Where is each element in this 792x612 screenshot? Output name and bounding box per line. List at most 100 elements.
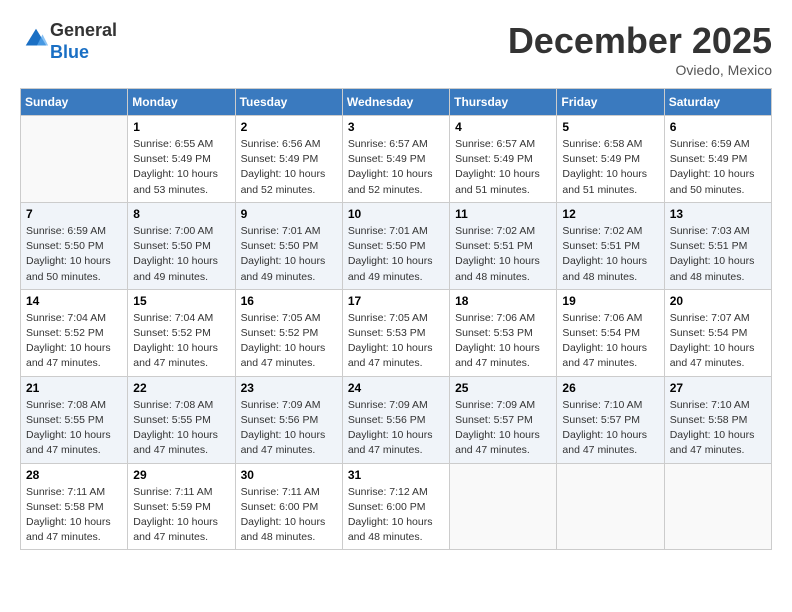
location-label: Oviedo, Mexico — [508, 62, 772, 78]
day-info: Sunrise: 7:02 AMSunset: 5:51 PMDaylight:… — [455, 224, 551, 285]
calendar-day-cell: 20 Sunrise: 7:07 AMSunset: 5:54 PMDayligh… — [664, 289, 771, 376]
weekday-header: Wednesday — [342, 89, 449, 116]
day-info: Sunrise: 7:12 AMSunset: 6:00 PMDaylight:… — [348, 485, 444, 546]
day-info: Sunrise: 6:57 AMSunset: 5:49 PMDaylight:… — [455, 137, 551, 198]
calendar-day-cell: 22 Sunrise: 7:08 AMSunset: 5:55 PMDayligh… — [128, 376, 235, 463]
day-number: 28 — [26, 468, 122, 482]
day-info: Sunrise: 6:55 AMSunset: 5:49 PMDaylight:… — [133, 137, 229, 198]
day-info: Sunrise: 7:01 AMSunset: 5:50 PMDaylight:… — [348, 224, 444, 285]
day-info: Sunrise: 7:07 AMSunset: 5:54 PMDaylight:… — [670, 311, 766, 372]
logo-general-text: General — [50, 20, 117, 42]
calendar-day-cell: 8 Sunrise: 7:00 AMSunset: 5:50 PMDaylight… — [128, 202, 235, 289]
calendar-header-row: SundayMondayTuesdayWednesdayThursdayFrid… — [21, 89, 772, 116]
day-number: 4 — [455, 120, 551, 134]
calendar-day-cell: 9 Sunrise: 7:01 AMSunset: 5:50 PMDaylight… — [235, 202, 342, 289]
calendar-day-cell: 10 Sunrise: 7:01 AMSunset: 5:50 PMDayligh… — [342, 202, 449, 289]
day-info: Sunrise: 7:04 AMSunset: 5:52 PMDaylight:… — [133, 311, 229, 372]
day-info: Sunrise: 7:01 AMSunset: 5:50 PMDaylight:… — [241, 224, 337, 285]
weekday-header: Sunday — [21, 89, 128, 116]
calendar-day-cell — [450, 463, 557, 550]
calendar-week-row: 1 Sunrise: 6:55 AMSunset: 5:49 PMDaylight… — [21, 116, 772, 203]
day-number: 2 — [241, 120, 337, 134]
calendar-day-cell: 3 Sunrise: 6:57 AMSunset: 5:49 PMDaylight… — [342, 116, 449, 203]
calendar-day-cell: 26Sunrise: 7:10 AMSunset: 5:57 PMDayligh… — [557, 376, 664, 463]
day-number: 20 — [670, 294, 766, 308]
day-number: 25 — [455, 381, 551, 395]
day-number: 29 — [133, 468, 229, 482]
day-info: Sunrise: 7:09 AMSunset: 5:57 PMDaylight:… — [455, 398, 551, 459]
calendar-day-cell: 31Sunrise: 7:12 AMSunset: 6:00 PMDayligh… — [342, 463, 449, 550]
day-info: Sunrise: 7:08 AMSunset: 5:55 PMDaylight:… — [26, 398, 122, 459]
title-block: December 2025 Oviedo, Mexico — [508, 20, 772, 78]
calendar-day-cell: 18Sunrise: 7:06 AMSunset: 5:53 PMDayligh… — [450, 289, 557, 376]
calendar-week-row: 21 Sunrise: 7:08 AMSunset: 5:55 PMDayligh… — [21, 376, 772, 463]
calendar-day-cell: 7 Sunrise: 6:59 AMSunset: 5:50 PMDaylight… — [21, 202, 128, 289]
day-info: Sunrise: 7:02 AMSunset: 5:51 PMDaylight:… — [562, 224, 658, 285]
month-title: December 2025 — [508, 20, 772, 62]
calendar-day-cell: 27 Sunrise: 7:10 AMSunset: 5:58 PMDayligh… — [664, 376, 771, 463]
day-info: Sunrise: 7:06 AMSunset: 5:54 PMDaylight:… — [562, 311, 658, 372]
weekday-header: Monday — [128, 89, 235, 116]
calendar-day-cell: 17 Sunrise: 7:05 AMSunset: 5:53 PMDayligh… — [342, 289, 449, 376]
calendar-day-cell — [21, 116, 128, 203]
day-number: 30 — [241, 468, 337, 482]
calendar-day-cell: 23 Sunrise: 7:09 AMSunset: 5:56 PMDayligh… — [235, 376, 342, 463]
calendar-day-cell: 13Sunrise: 7:03 AMSunset: 5:51 PMDayligh… — [664, 202, 771, 289]
calendar-table: SundayMondayTuesdayWednesdayThursdayFrid… — [20, 88, 772, 550]
day-info: Sunrise: 6:59 AMSunset: 5:50 PMDaylight:… — [26, 224, 122, 285]
calendar-day-cell: 11 Sunrise: 7:02 AMSunset: 5:51 PMDayligh… — [450, 202, 557, 289]
day-number: 17 — [348, 294, 444, 308]
day-number: 24 — [348, 381, 444, 395]
day-info: Sunrise: 7:04 AMSunset: 5:52 PMDaylight:… — [26, 311, 122, 372]
day-info: Sunrise: 7:11 AMSunset: 5:59 PMDaylight:… — [133, 485, 229, 546]
day-info: Sunrise: 7:05 AMSunset: 5:53 PMDaylight:… — [348, 311, 444, 372]
day-number: 27 — [670, 381, 766, 395]
day-info: Sunrise: 7:10 AMSunset: 5:58 PMDaylight:… — [670, 398, 766, 459]
page-header: General Blue December 2025 Oviedo, Mexic… — [20, 20, 772, 78]
calendar-day-cell: 5 Sunrise: 6:58 AMSunset: 5:49 PMDaylight… — [557, 116, 664, 203]
day-number: 14 — [26, 294, 122, 308]
calendar-day-cell: 30 Sunrise: 7:11 AMSunset: 6:00 PMDayligh… — [235, 463, 342, 550]
day-info: Sunrise: 6:58 AMSunset: 5:49 PMDaylight:… — [562, 137, 658, 198]
calendar-day-cell: 2Sunrise: 6:56 AMSunset: 5:49 PMDaylight… — [235, 116, 342, 203]
day-number: 22 — [133, 381, 229, 395]
calendar-day-cell: 1 Sunrise: 6:55 AMSunset: 5:49 PMDaylight… — [128, 116, 235, 203]
day-number: 5 — [562, 120, 658, 134]
day-number: 3 — [348, 120, 444, 134]
day-number: 11 — [455, 207, 551, 221]
day-info: Sunrise: 6:57 AMSunset: 5:49 PMDaylight:… — [348, 137, 444, 198]
day-number: 21 — [26, 381, 122, 395]
day-info: Sunrise: 7:00 AMSunset: 5:50 PMDaylight:… — [133, 224, 229, 285]
calendar-day-cell: 14 Sunrise: 7:04 AMSunset: 5:52 PMDayligh… — [21, 289, 128, 376]
day-number: 8 — [133, 207, 229, 221]
calendar-day-cell: 15Sunrise: 7:04 AMSunset: 5:52 PMDayligh… — [128, 289, 235, 376]
calendar-day-cell: 24 Sunrise: 7:09 AMSunset: 5:56 PMDayligh… — [342, 376, 449, 463]
day-number: 23 — [241, 381, 337, 395]
calendar-week-row: 28Sunrise: 7:11 AMSunset: 5:58 PMDayligh… — [21, 463, 772, 550]
day-info: Sunrise: 7:09 AMSunset: 5:56 PMDaylight:… — [241, 398, 337, 459]
weekday-header: Friday — [557, 89, 664, 116]
day-info: Sunrise: 7:10 AMSunset: 5:57 PMDaylight:… — [562, 398, 658, 459]
day-info: Sunrise: 7:09 AMSunset: 5:56 PMDaylight:… — [348, 398, 444, 459]
calendar-day-cell: 19 Sunrise: 7:06 AMSunset: 5:54 PMDayligh… — [557, 289, 664, 376]
day-number: 12 — [562, 207, 658, 221]
calendar-day-cell: 12 Sunrise: 7:02 AMSunset: 5:51 PMDayligh… — [557, 202, 664, 289]
day-info: Sunrise: 7:08 AMSunset: 5:55 PMDaylight:… — [133, 398, 229, 459]
day-info: Sunrise: 7:11 AMSunset: 6:00 PMDaylight:… — [241, 485, 337, 546]
day-number: 10 — [348, 207, 444, 221]
day-number: 7 — [26, 207, 122, 221]
day-number: 1 — [133, 120, 229, 134]
weekday-header: Saturday — [664, 89, 771, 116]
calendar-day-cell: 29 Sunrise: 7:11 AMSunset: 5:59 PMDayligh… — [128, 463, 235, 550]
day-info: Sunrise: 7:06 AMSunset: 5:53 PMDaylight:… — [455, 311, 551, 372]
calendar-week-row: 7 Sunrise: 6:59 AMSunset: 5:50 PMDaylight… — [21, 202, 772, 289]
calendar-day-cell: 6Sunrise: 6:59 AMSunset: 5:49 PMDaylight… — [664, 116, 771, 203]
day-number: 6 — [670, 120, 766, 134]
day-info: Sunrise: 7:05 AMSunset: 5:52 PMDaylight:… — [241, 311, 337, 372]
calendar-day-cell: 4 Sunrise: 6:57 AMSunset: 5:49 PMDaylight… — [450, 116, 557, 203]
day-number: 19 — [562, 294, 658, 308]
logo-icon — [22, 25, 50, 53]
calendar-day-cell — [664, 463, 771, 550]
weekday-header: Thursday — [450, 89, 557, 116]
day-number: 9 — [241, 207, 337, 221]
